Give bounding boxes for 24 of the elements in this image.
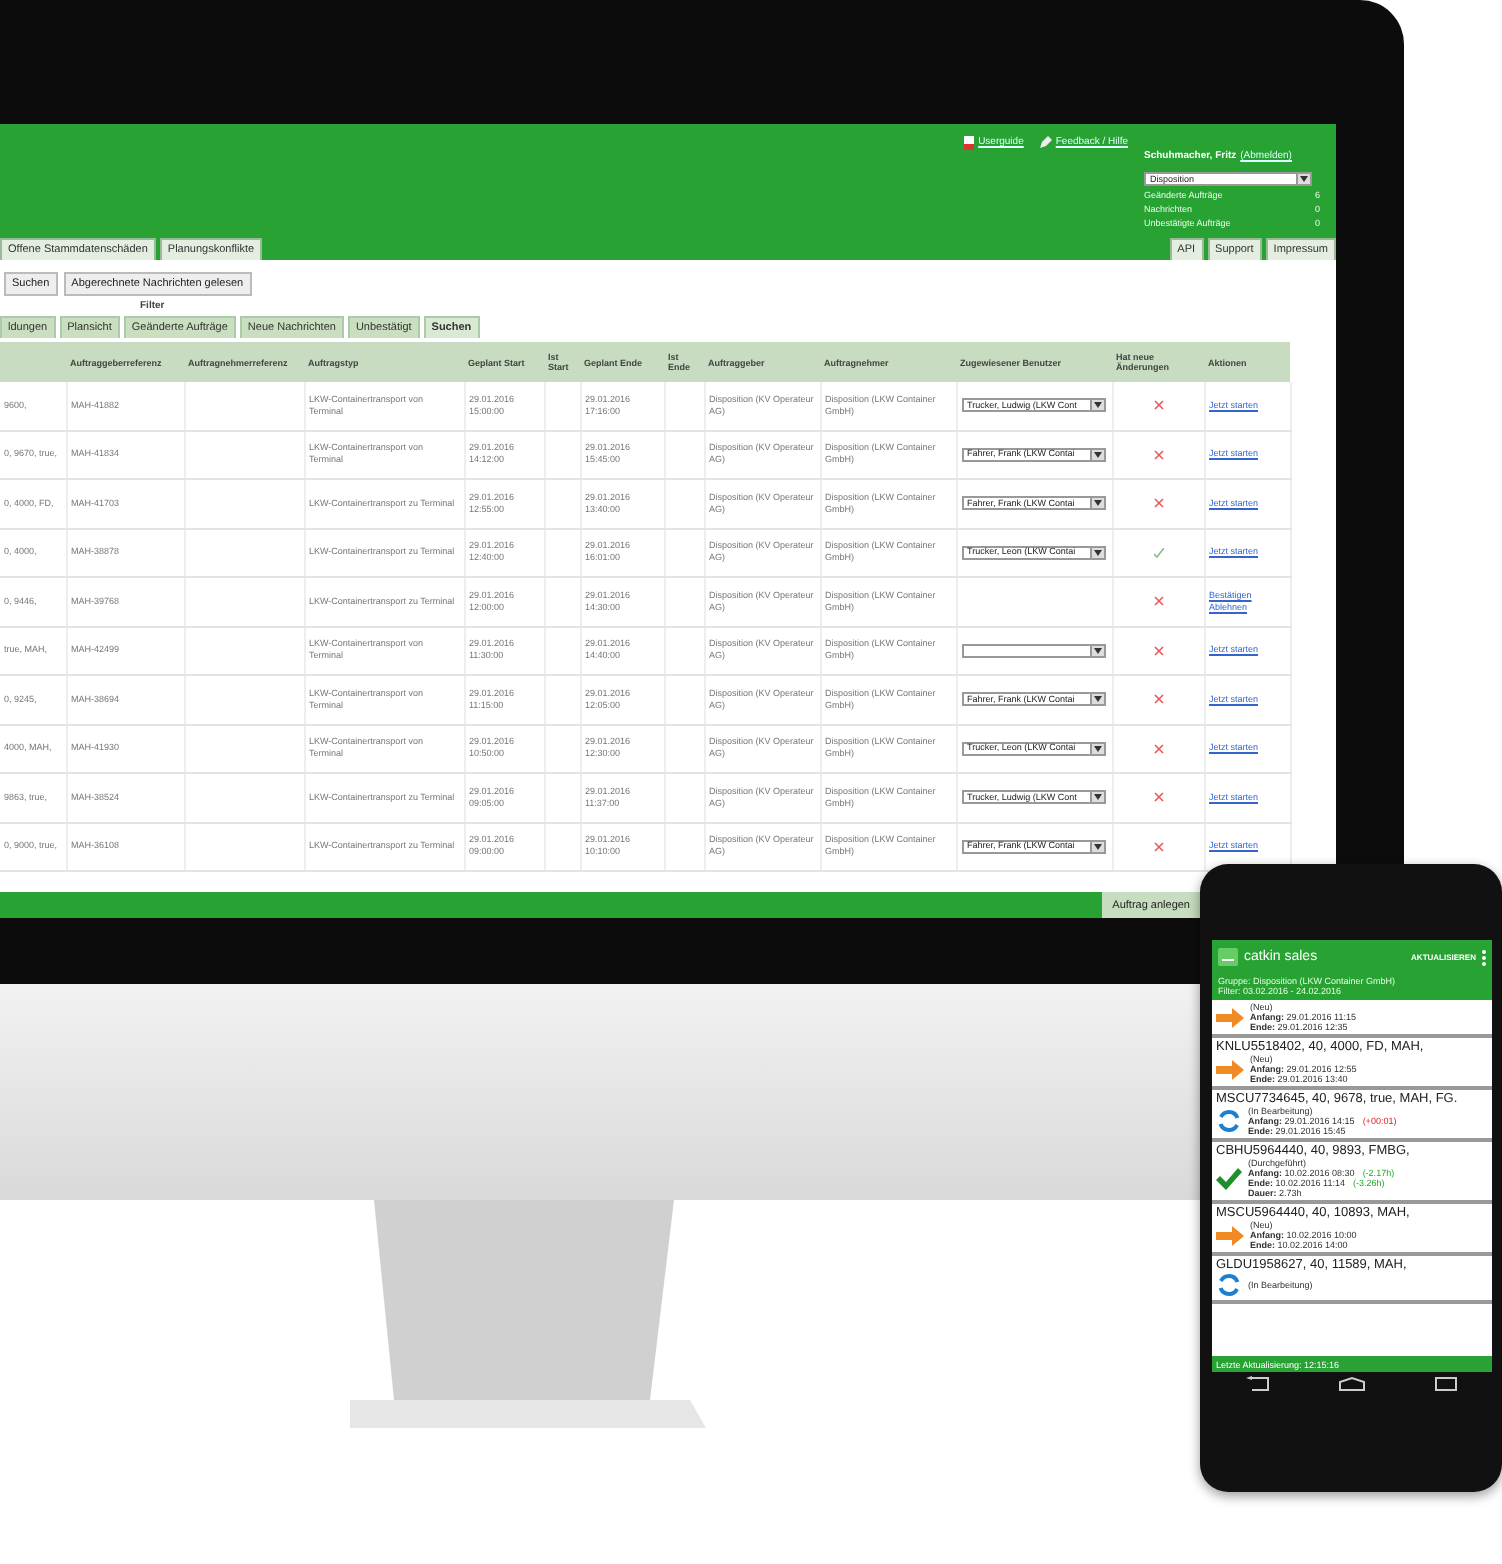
dropdown-arrow-icon (1093, 402, 1101, 409)
dropdown-arrow-icon (1300, 176, 1308, 182)
dropdown-arrow-icon (1093, 451, 1101, 458)
dropdown-arrow-icon (1093, 647, 1101, 654)
checkmark-icon (1216, 1167, 1242, 1189)
refresh-icon (1216, 1272, 1242, 1298)
dropdown-arrow-icon (1093, 843, 1101, 850)
pencil-icon (1039, 136, 1052, 148)
arrow-right-icon (1216, 1225, 1244, 1245)
refresh-icon (1216, 1108, 1242, 1134)
dropdown-arrow-icon (1093, 745, 1101, 752)
arrow-right-icon (1216, 1007, 1244, 1027)
dropdown-arrow-icon (1093, 500, 1101, 507)
dropdown-arrow-icon (1093, 696, 1101, 703)
column-header (0, 342, 66, 382)
dropdown-arrow-icon (1093, 794, 1101, 801)
user-select[interactable] (961, 643, 1105, 658)
arrow-right-icon (1216, 1059, 1244, 1079)
document-icon (964, 135, 975, 149)
recent-apps-icon[interactable] (1434, 1376, 1458, 1392)
app-logo-icon (1218, 948, 1238, 966)
home-icon[interactable] (1338, 1376, 1366, 1392)
back-icon[interactable] (1246, 1376, 1270, 1392)
dropdown-arrow-icon (1093, 549, 1101, 556)
